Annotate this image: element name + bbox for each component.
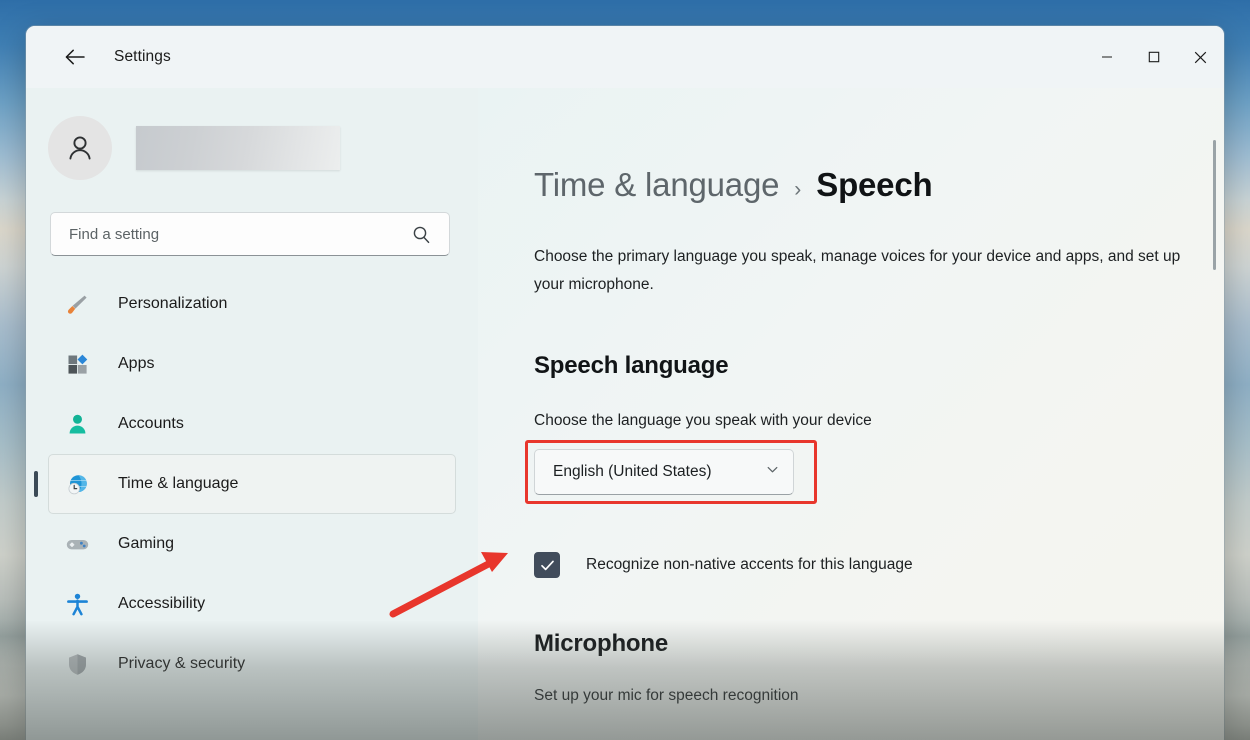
maximize-button[interactable]	[1130, 26, 1177, 88]
window-titlebar: Settings	[26, 26, 1224, 88]
app-title: Settings	[114, 48, 171, 65]
window-controls	[1083, 26, 1224, 88]
sidebar-item-label: Gaming	[118, 535, 175, 552]
back-arrow-icon	[65, 49, 85, 65]
page-description: Choose the primary language you speak, m…	[534, 248, 1181, 293]
maximize-icon	[1148, 51, 1159, 63]
settings-window: Settings Find a setting Personalization …	[26, 26, 1224, 740]
shield-icon	[62, 652, 92, 677]
paintbrush-icon	[62, 292, 92, 317]
speech-language-field-label: Choose the language you speak with your …	[534, 412, 872, 429]
sidebar-item-label: Time & language	[118, 475, 239, 492]
microphone-description: Set up your mic for speech recognition	[534, 687, 799, 704]
sidebar-item-apps[interactable]: Apps	[48, 334, 456, 394]
username-redacted	[136, 126, 340, 170]
sidebar-item-label: Personalization	[118, 295, 228, 312]
breadcrumb-separator-icon: ›	[794, 178, 802, 201]
sidebar-item-label: Accessibility	[118, 595, 206, 612]
sidebar-item-gaming[interactable]: Gaming	[48, 514, 456, 574]
recognize-accents-row[interactable]: Recognize non-native accents for this la…	[534, 552, 1224, 578]
chevron-down-icon	[765, 462, 780, 482]
close-button[interactable]	[1177, 26, 1224, 88]
gamepad-icon	[62, 532, 92, 557]
back-button[interactable]	[56, 40, 94, 74]
sidebar-item-time-and-language[interactable]: Time & language	[34, 454, 456, 514]
apps-grid-icon	[62, 352, 92, 377]
account-profile[interactable]	[26, 102, 478, 194]
sidebar-item-privacy-and-security[interactable]: Privacy & security	[48, 634, 456, 694]
account-person-icon	[62, 412, 92, 437]
sidebar-item-label: Accounts	[118, 415, 184, 432]
content-pane: Time & language › Speech Choose the prim…	[478, 88, 1224, 740]
speech-language-value: English (United States)	[553, 463, 712, 480]
breadcrumb: Time & language › Speech	[534, 166, 1224, 204]
sidebar-item-label: Privacy & security	[118, 655, 246, 672]
recognize-accents-checkbox[interactable]	[534, 552, 560, 578]
speech-language-dropdown[interactable]: English (United States)	[534, 449, 794, 495]
sidebar-item-personalization[interactable]: Personalization	[48, 274, 456, 334]
sidebar: Personalization Apps	[26, 88, 478, 740]
microphone-heading: Microphone	[534, 630, 668, 657]
avatar	[48, 116, 112, 180]
window-body: Personalization Apps	[26, 88, 1224, 740]
person-avatar-icon	[69, 136, 91, 160]
search-input[interactable]	[51, 225, 412, 243]
minimize-button[interactable]	[1083, 26, 1130, 88]
desktop-wallpaper: Settings Find a setting Personalization …	[0, 0, 1250, 740]
content-scrollbar[interactable]	[1213, 140, 1216, 270]
selection-indicator	[34, 471, 38, 497]
search-box[interactable]	[50, 212, 450, 256]
speech-language-dropdown-wrap: English (United States)	[525, 440, 817, 504]
page-title: Speech	[816, 166, 933, 203]
recognize-accents-label: Recognize non-native accents for this la…	[586, 556, 913, 573]
sidebar-nav-list: Personalization Apps Accounts Time & lan…	[26, 274, 478, 740]
minimize-icon	[1101, 56, 1112, 58]
search-icon	[412, 225, 449, 244]
accessibility-icon	[62, 592, 92, 617]
globe-clock-icon	[62, 472, 92, 497]
checkmark-icon	[540, 560, 554, 570]
sidebar-item-label: Apps	[118, 355, 155, 372]
sidebar-item-accounts[interactable]: Accounts	[48, 394, 456, 454]
speech-language-heading: Speech language	[534, 352, 729, 379]
breadcrumb-parent[interactable]: Time & language	[534, 166, 779, 204]
sidebar-item-accessibility[interactable]: Accessibility	[48, 574, 456, 634]
close-icon	[1194, 51, 1207, 63]
